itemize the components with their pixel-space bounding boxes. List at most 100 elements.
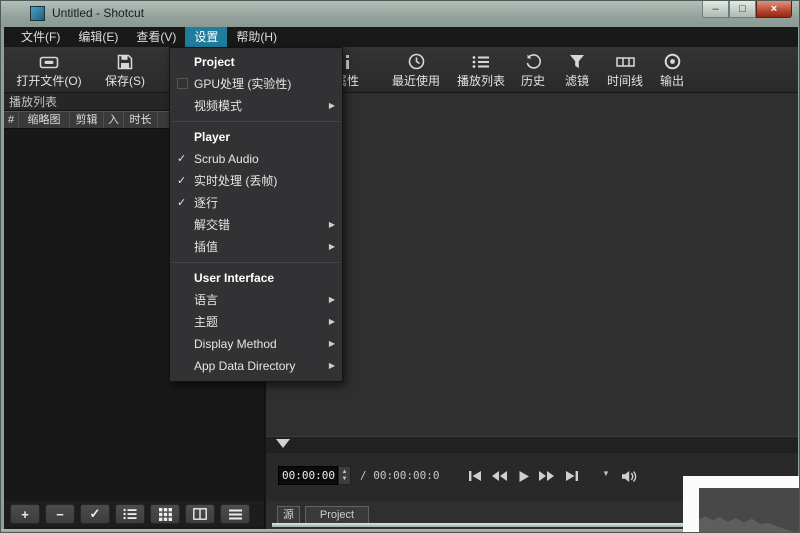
window-controls: – □ × bbox=[702, 1, 792, 18]
check-icon: ✓ bbox=[177, 148, 186, 170]
submenu-arrow-icon: ▶ bbox=[329, 95, 335, 117]
menu-view[interactable]: 查看(V) bbox=[127, 27, 185, 47]
submenu-arrow-icon: ▶ bbox=[329, 355, 335, 377]
menu-item-scrub-audio[interactable]: ✓ Scrub Audio bbox=[170, 148, 342, 170]
filters-icon bbox=[555, 52, 599, 71]
view-icons-icon bbox=[193, 508, 207, 520]
rewind-button[interactable] bbox=[488, 466, 510, 486]
open-file-button[interactable]: 打开文件(O) bbox=[13, 49, 85, 91]
menu-settings[interactable]: 设置 bbox=[185, 27, 227, 47]
check-icon: ✓ bbox=[177, 192, 186, 214]
hamburger-menu-icon bbox=[229, 509, 242, 520]
column-in[interactable]: 入 bbox=[104, 111, 124, 128]
history-button[interactable]: 历史 bbox=[510, 49, 556, 91]
menu-item-theme[interactable]: 主题 ▶ bbox=[170, 311, 342, 333]
window-title: Untitled - Shotcut bbox=[52, 6, 144, 20]
view-tiles-icon bbox=[159, 508, 172, 521]
view-details-icon bbox=[123, 508, 137, 520]
menu-separator bbox=[172, 121, 340, 122]
playlist-icon bbox=[451, 52, 511, 71]
play-icon bbox=[518, 470, 530, 483]
app-window: Untitled - Shotcut – □ × 文件(F) 编辑(E) 查看(… bbox=[0, 0, 800, 533]
open-file-label: 打开文件(O) bbox=[13, 72, 85, 89]
play-button[interactable] bbox=[513, 466, 535, 486]
menu-item-language[interactable]: 语言 ▶ bbox=[170, 289, 342, 311]
menu-header-user-interface: User Interface bbox=[170, 267, 342, 289]
recent-label: 最近使用 bbox=[386, 72, 446, 89]
rewind-icon bbox=[491, 470, 508, 482]
volume-icon bbox=[621, 470, 637, 483]
menu-item-realtime[interactable]: ✓ 实时处理 (丢帧) bbox=[170, 170, 342, 192]
timeline-label: 时间线 bbox=[598, 72, 652, 89]
menu-item-gpu-processing[interactable]: GPU处理 (实验性) bbox=[170, 73, 342, 95]
app-icon bbox=[30, 6, 45, 21]
maximize-button[interactable]: □ bbox=[729, 1, 756, 18]
menu-help[interactable]: 帮助(H) bbox=[227, 27, 286, 47]
fast-forward-button[interactable] bbox=[535, 466, 557, 486]
history-label: 历史 bbox=[510, 72, 556, 89]
history-icon bbox=[510, 52, 556, 71]
playlist-remove-button[interactable]: − bbox=[45, 504, 75, 524]
menu-item-app-data-directory[interactable]: App Data Directory ▶ bbox=[170, 355, 342, 377]
skip-previous-icon bbox=[468, 470, 482, 482]
video-preview-area[interactable] bbox=[266, 93, 798, 436]
volume-button[interactable] bbox=[618, 466, 640, 486]
save-label: 保存(S) bbox=[96, 72, 154, 89]
open-file-icon bbox=[13, 52, 85, 71]
checkbox-unchecked-icon bbox=[177, 78, 188, 89]
playlist-toolbar: + − ✓ bbox=[4, 501, 266, 527]
menu-item-progressive[interactable]: ✓ 逐行 bbox=[170, 192, 342, 214]
menu-item-display-method[interactable]: Display Method ▶ bbox=[170, 333, 342, 355]
filters-label: 滤镜 bbox=[555, 72, 599, 89]
skip-next-icon bbox=[565, 470, 579, 482]
menu-item-deinterlacer[interactable]: 解交错 ▶ bbox=[170, 214, 342, 236]
column-duration[interactable]: 时长 bbox=[124, 111, 158, 128]
save-icon bbox=[96, 52, 154, 71]
playlist-menu-button[interactable] bbox=[220, 504, 250, 524]
tab-project[interactable]: Project bbox=[305, 506, 369, 524]
window-frame-bottom bbox=[1, 529, 800, 533]
title-bar[interactable]: Untitled - Shotcut – □ × bbox=[1, 1, 800, 27]
dock-bottom-edge bbox=[272, 523, 684, 527]
recent-icon bbox=[386, 52, 446, 71]
submenu-arrow-icon: ▶ bbox=[329, 289, 335, 311]
column-clip[interactable]: 剪辑 bbox=[70, 111, 104, 128]
current-time-field[interactable]: 00:00:00:0 bbox=[278, 466, 338, 485]
view-details-button[interactable] bbox=[115, 504, 145, 524]
close-button[interactable]: × bbox=[756, 1, 792, 18]
menu-bar: 文件(F) 编辑(E) 查看(V) 设置 帮助(H) bbox=[4, 27, 798, 47]
timeline-button[interactable]: 时间线 bbox=[598, 49, 652, 91]
submenu-arrow-icon: ▶ bbox=[329, 236, 335, 258]
menu-file[interactable]: 文件(F) bbox=[12, 27, 69, 47]
playlist-button[interactable]: 播放列表 bbox=[451, 49, 511, 91]
total-duration: / 00:00:00:0 bbox=[360, 469, 439, 482]
column-index[interactable]: # bbox=[4, 111, 19, 128]
filters-button[interactable]: 滤镜 bbox=[555, 49, 599, 91]
playlist-update-button[interactable]: ✓ bbox=[80, 504, 110, 524]
spinner-up-icon[interactable]: ▲ bbox=[342, 469, 348, 476]
minimize-button[interactable]: – bbox=[702, 1, 729, 18]
tab-source[interactable]: 源 bbox=[277, 506, 300, 524]
skip-previous-button[interactable] bbox=[464, 466, 486, 486]
player-options-dropdown[interactable]: ▼ bbox=[602, 469, 610, 478]
export-button[interactable]: 输出 bbox=[650, 49, 694, 91]
playlist-add-button[interactable]: + bbox=[10, 504, 40, 524]
column-thumbnail[interactable]: 缩略图 bbox=[19, 111, 70, 128]
recent-button[interactable]: 最近使用 bbox=[386, 49, 446, 91]
playhead-icon[interactable] bbox=[276, 439, 290, 448]
spinner-down-icon[interactable]: ▼ bbox=[342, 476, 348, 483]
view-tiles-button[interactable] bbox=[150, 504, 180, 524]
skip-next-button[interactable] bbox=[561, 466, 583, 486]
fast-forward-icon bbox=[538, 470, 555, 482]
time-spinner[interactable]: ▲ ▼ bbox=[338, 466, 351, 485]
submenu-arrow-icon: ▶ bbox=[329, 214, 335, 236]
save-button[interactable]: 保存(S) bbox=[96, 49, 154, 91]
export-label: 输出 bbox=[650, 72, 694, 89]
overlay-artifact bbox=[683, 476, 800, 533]
timeline-icon bbox=[598, 52, 652, 71]
seek-bar[interactable] bbox=[266, 436, 798, 453]
menu-item-video-mode[interactable]: 视频模式 ▶ bbox=[170, 95, 342, 117]
menu-item-interpolation[interactable]: 插值 ▶ bbox=[170, 236, 342, 258]
view-icons-button[interactable] bbox=[185, 504, 215, 524]
menu-edit[interactable]: 编辑(E) bbox=[69, 27, 127, 47]
